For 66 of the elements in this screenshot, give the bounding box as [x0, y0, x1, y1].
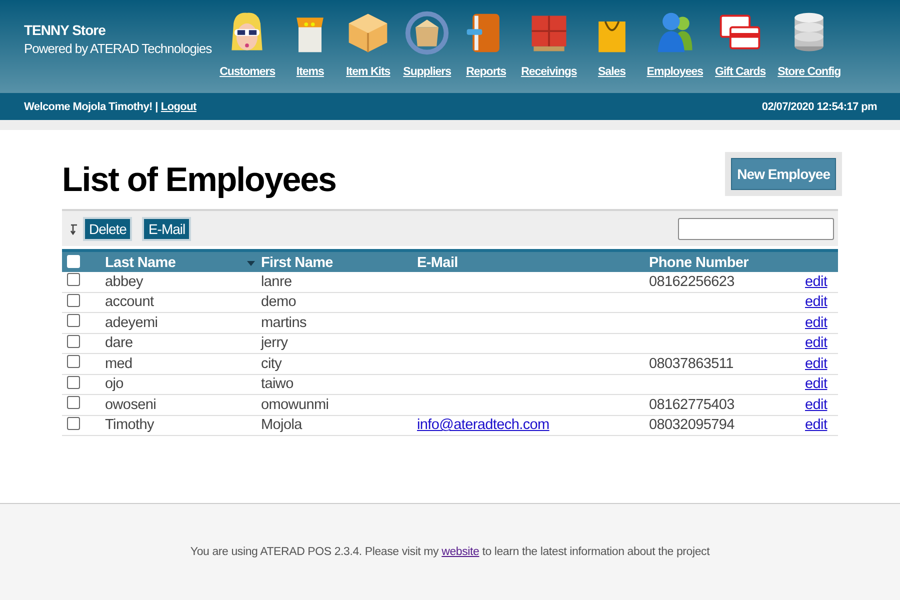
edit-link[interactable]: edit	[805, 274, 828, 290]
powered-by-text: Powered by ATERAD Technologies	[24, 41, 212, 56]
row-checkbox[interactable]	[67, 294, 80, 307]
column-header[interactable]: Last Name	[105, 255, 176, 271]
corner-arrow-icon	[70, 222, 78, 234]
table-cell: city	[261, 356, 282, 372]
nav-link[interactable]: Items	[296, 66, 324, 78]
nav-link[interactable]: Gift Cards	[715, 66, 766, 78]
sort-arrow-icon[interactable]	[247, 260, 255, 266]
row-checkbox[interactable]	[67, 334, 80, 348]
edit-link[interactable]: edit	[805, 417, 828, 434]
table-cell: martins	[261, 314, 306, 331]
column-header[interactable]: E-Mail	[417, 255, 458, 271]
nav-link[interactable]: Sales	[598, 66, 626, 78]
table-cell: abbey	[105, 274, 144, 290]
welcome-text: Welcome Mojola Timothy! |	[24, 100, 158, 112]
table-cell: med	[105, 356, 132, 372]
search-field[interactable]	[678, 218, 834, 240]
edit-link[interactable]: edit	[805, 294, 828, 310]
row-checkbox[interactable]	[67, 416, 80, 430]
date-time: 02/07/2020 12:54:17 pm	[762, 100, 877, 112]
row-checkbox[interactable]	[67, 376, 80, 389]
nav-link[interactable]: Reports	[466, 66, 506, 78]
table-cell: dare	[105, 335, 133, 352]
edit-link[interactable]: edit	[805, 314, 828, 331]
table-cell: Timothy	[105, 417, 154, 434]
row-checkbox[interactable]	[67, 396, 80, 410]
select-all-checkbox[interactable]	[67, 254, 80, 268]
table-cell: 08032095794	[649, 417, 734, 434]
table-cell: adeyemi	[105, 314, 158, 331]
table-cell: ojo	[105, 376, 124, 392]
row-checkbox[interactable]	[67, 314, 80, 328]
edit-link[interactable]: edit	[805, 335, 828, 352]
edit-link[interactable]: edit	[805, 356, 828, 372]
edit-link[interactable]: edit	[805, 396, 828, 413]
column-header[interactable]: First Name	[261, 255, 333, 271]
nav-link[interactable]: Item Kits	[346, 66, 390, 78]
new-employee-button[interactable]: New Employee	[731, 158, 836, 190]
table-cell: 08162775403	[649, 396, 734, 413]
logout-link[interactable]: Logout	[160, 100, 196, 112]
table-cell: lanre	[261, 274, 292, 290]
table-cell: demo	[261, 294, 296, 310]
table-cell: taiwo	[261, 376, 294, 392]
email-link[interactable]: info@ateradtech.com	[417, 417, 550, 434]
toolbar-button[interactable]: Delete	[83, 216, 132, 240]
edit-link[interactable]: edit	[805, 376, 828, 392]
table-cell: owoseni	[105, 396, 156, 413]
row-checkbox[interactable]	[67, 355, 80, 368]
nav-link[interactable]: Suppliers	[403, 66, 452, 78]
column-header[interactable]: Phone Number	[649, 255, 749, 271]
website-link[interactable]: website	[442, 546, 480, 558]
table-cell: account	[105, 294, 154, 310]
table-cell: Mojola	[261, 417, 302, 434]
row-checkbox[interactable]	[67, 273, 80, 286]
nav-link[interactable]: Receivings	[521, 66, 577, 78]
toolbar-button[interactable]: E-Mail	[142, 216, 192, 240]
table-cell: jerry	[261, 335, 288, 352]
footer-text: You are using ATERAD POS 2.3.4. Please visit my website to learn the latest information about the project	[190, 546, 710, 558]
nav-link[interactable]: Customers	[220, 66, 276, 78]
nav-link[interactable]: Employees	[646, 66, 704, 78]
nav-link[interactable]: Store Config	[778, 66, 841, 78]
store-name: TENNY Store	[24, 22, 106, 38]
table-cell: 08037863511	[649, 356, 734, 372]
table-cell: 08162256623	[649, 274, 734, 290]
table-cell: omowunmi	[261, 396, 329, 413]
page-title: List of Employees	[62, 160, 336, 200]
